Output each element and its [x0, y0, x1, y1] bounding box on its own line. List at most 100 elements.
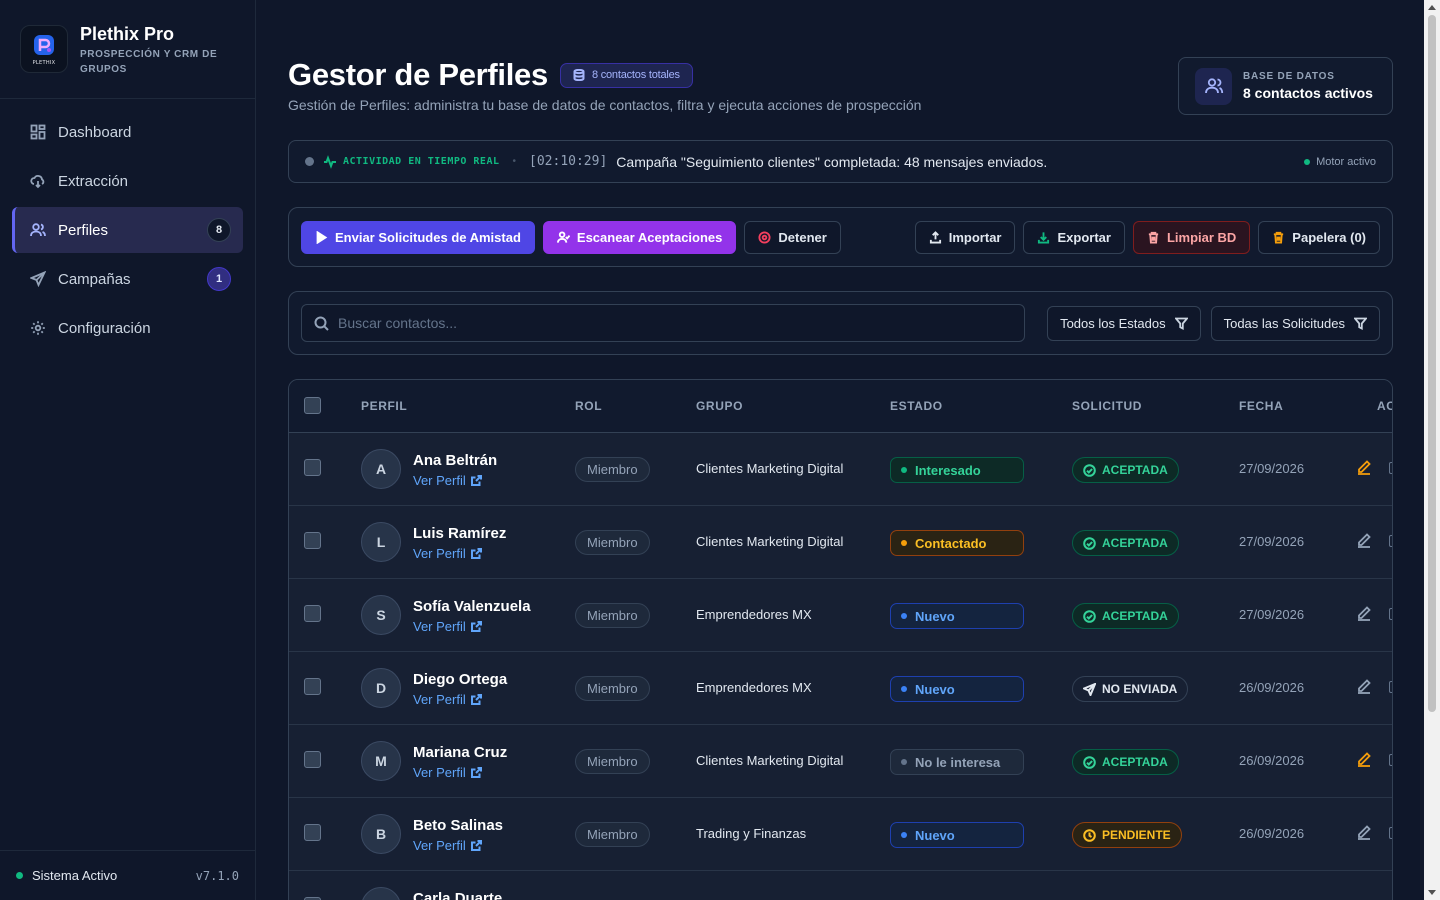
request-badge: NO ENVIADA: [1072, 676, 1189, 702]
status-badge[interactable]: Nuevo: [890, 822, 1024, 848]
delete-icon[interactable]: [1389, 608, 1392, 620]
table-row[interactable]: D Diego Ortega Ver Perfil Miembro Emprendedo…: [289, 652, 1392, 725]
edit-icon[interactable]: [1356, 459, 1372, 475]
request-badge: ACEPTADA: [1072, 749, 1179, 775]
profile-name: Diego Ortega: [413, 671, 508, 688]
request-filter[interactable]: Todas las Solicitudes: [1210, 305, 1380, 341]
sidebar-item-extraccion[interactable]: Extracción: [12, 158, 243, 204]
delete-icon[interactable]: [1389, 462, 1392, 474]
scroll-up-arrow[interactable]: [1428, 5, 1436, 10]
table-row[interactable]: A Ana Beltrán Ver Perfil Miembro Clientes Ma…: [289, 433, 1392, 506]
column-header[interactable]: AC: [1377, 399, 1392, 413]
view-profile-link[interactable]: Ver Perfil: [413, 765, 482, 780]
avatar: B: [361, 814, 401, 854]
search-input[interactable]: [338, 315, 1013, 331]
edit-icon[interactable]: [1356, 824, 1372, 840]
status-filter[interactable]: Todos los Estados: [1047, 305, 1201, 341]
delete-icon[interactable]: [1389, 681, 1392, 693]
request-badge: PENDIENTE: [1072, 822, 1182, 848]
extraction-icon: [30, 175, 45, 189]
edit-icon[interactable]: [1356, 532, 1372, 548]
delete-icon[interactable]: [1389, 535, 1392, 547]
activity-label: ACTIVIDAD EN TIEMPO REAL: [343, 156, 500, 167]
database-icon: [573, 69, 585, 81]
view-profile-link[interactable]: Ver Perfil: [413, 473, 482, 488]
profiles-table: PERFIL ROL GRUPO ESTADO SOLICITUD FECHA …: [288, 379, 1393, 900]
clear-db-button[interactable]: Limpiar BD: [1132, 220, 1251, 254]
sidebar-item-label: Perfiles: [58, 221, 109, 239]
page-scrollbar[interactable]: [1424, 0, 1440, 900]
select-all-checkbox[interactable]: [304, 397, 321, 414]
view-profile-link[interactable]: Ver Perfil: [413, 619, 482, 634]
column-header[interactable]: ESTADO: [890, 399, 943, 413]
column-header[interactable]: ROL: [575, 399, 602, 413]
view-profile-link[interactable]: Ver Perfil: [413, 838, 482, 853]
table-row[interactable]: S Sofía Valenzuela Ver Perfil Miembro Empren…: [289, 579, 1392, 652]
dashboard-icon: [30, 124, 46, 140]
brand: PLETHIX Plethix Pro PROSPECCIÓN Y CRM DE…: [0, 0, 255, 99]
app-logo: PLETHIX: [20, 25, 68, 73]
view-profile-link[interactable]: Ver Perfil: [413, 546, 482, 561]
users-icon: [30, 223, 46, 237]
import-button[interactable]: Importar: [914, 220, 1016, 254]
table-row[interactable]: M Mariana Cruz Ver Perfil Miembro Clientes M…: [289, 725, 1392, 798]
row-checkbox[interactable]: [304, 824, 321, 841]
activity-bar: ACTIVIDAD EN TIEMPO REAL • [02:10:29] Ca…: [288, 140, 1393, 183]
database-card: BASE DE DATOS 8 contactos activos: [1178, 57, 1393, 115]
stop-button[interactable]: Detener: [744, 220, 841, 254]
role-badge: Miembro: [575, 603, 650, 628]
perfiles-count-badge: 8: [207, 218, 231, 242]
activity-timestamp: [02:10:29]: [529, 154, 608, 169]
edit-icon[interactable]: [1356, 605, 1372, 621]
page-subtitle: Gestión de Perfiles: administra tu base …: [288, 97, 922, 113]
scan-acceptances-button[interactable]: Escanear Aceptaciones: [542, 220, 737, 254]
database-label: BASE DE DATOS: [1243, 71, 1335, 82]
send-requests-button[interactable]: Enviar Solicitudes de Amistad: [301, 220, 535, 254]
row-checkbox[interactable]: [304, 459, 321, 476]
sidebar-item-dashboard[interactable]: Dashboard: [12, 109, 243, 155]
delete-icon[interactable]: [1389, 827, 1392, 839]
status-badge[interactable]: Nuevo: [890, 603, 1024, 629]
table-row[interactable]: C Carla Duarte: [289, 871, 1392, 900]
trash-bin-button[interactable]: Papelera (0): [1258, 220, 1380, 254]
status-badge[interactable]: Nuevo: [890, 676, 1024, 702]
group-name: Clientes Marketing Digital: [696, 461, 844, 476]
send-icon: [30, 271, 46, 287]
check-circle-icon: [1083, 536, 1096, 550]
clock-icon: [1083, 828, 1096, 842]
edit-icon[interactable]: [1356, 678, 1372, 694]
table-row[interactable]: B Beto Salinas Ver Perfil Miembro Trading y …: [289, 798, 1392, 871]
activity-message: Campaña "Seguimiento clientes" completad…: [616, 153, 1048, 170]
external-link-icon: [470, 548, 482, 559]
status-badge[interactable]: Contactado: [890, 530, 1024, 556]
row-checkbox[interactable]: [304, 532, 321, 549]
view-profile-link[interactable]: Ver Perfil: [413, 692, 482, 707]
sidebar-item-perfiles[interactable]: Perfiles 8: [12, 207, 243, 253]
delete-icon[interactable]: [1389, 754, 1392, 766]
column-header[interactable]: GRUPO: [696, 399, 743, 413]
table-row[interactable]: L Luis Ramírez Ver Perfil Miembro Clientes M…: [289, 506, 1392, 579]
check-circle-icon: [1083, 755, 1096, 769]
edit-icon[interactable]: [1356, 751, 1372, 767]
column-header[interactable]: PERFIL: [361, 399, 407, 413]
role-badge: Miembro: [575, 676, 650, 701]
column-header[interactable]: SOLICITUD: [1072, 399, 1142, 413]
scroll-down-arrow[interactable]: [1428, 890, 1436, 895]
status-badge[interactable]: No le interesa: [890, 749, 1024, 775]
row-checkbox[interactable]: [304, 751, 321, 768]
role-badge: Miembro: [575, 457, 650, 482]
row-checkbox[interactable]: [304, 605, 321, 622]
export-button[interactable]: Exportar: [1023, 220, 1125, 254]
sidebar-item-configuracion[interactable]: Configuración: [12, 305, 243, 351]
status-badge[interactable]: Interesado: [890, 457, 1024, 483]
send-icon: [1083, 682, 1096, 696]
sidebar-item-campanas[interactable]: Campañas 1: [12, 256, 243, 302]
external-link-icon: [470, 694, 482, 705]
total-contacts-pill: 8 contactos totales: [559, 62, 693, 88]
stop-icon: [758, 230, 771, 244]
row-checkbox[interactable]: [304, 678, 321, 695]
scrollbar-thumb[interactable]: [1428, 15, 1436, 712]
campanas-count-badge: 1: [207, 267, 231, 291]
column-header[interactable]: FECHA: [1239, 399, 1283, 413]
date-cell: 26/09/2026: [1239, 753, 1305, 768]
